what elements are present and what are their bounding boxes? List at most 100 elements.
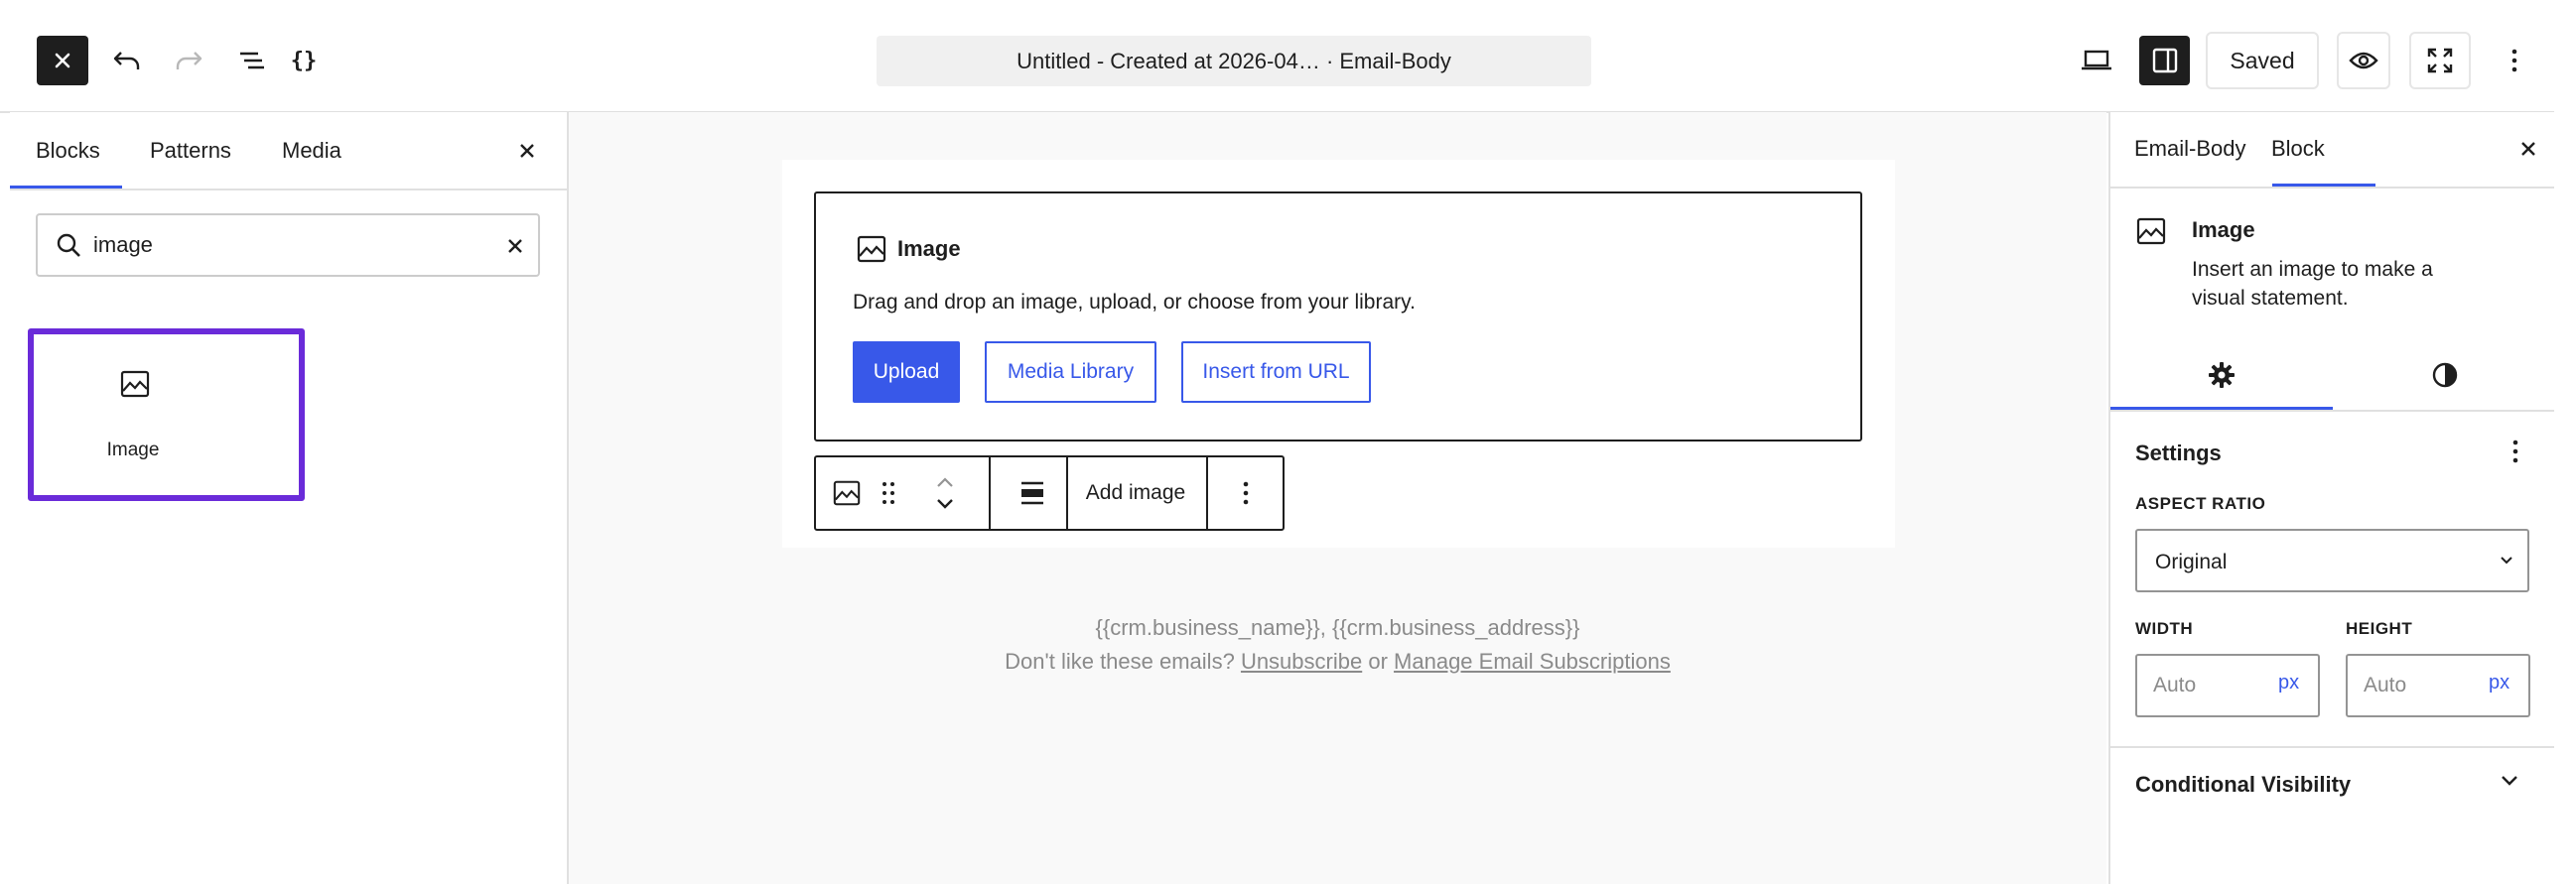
redo-icon [174, 49, 203, 72]
footer-prefix: Don't like these emails? [1005, 649, 1235, 674]
image-block-placeholder[interactable]: Image Drag and drop an image, upload, or… [814, 191, 1862, 442]
options-menu-button[interactable] [2495, 36, 2534, 85]
tab-patterns[interactable]: Patterns [150, 112, 231, 189]
email-body-container: Image Drag and drop an image, upload, or… [782, 160, 1895, 548]
eye-icon [2349, 50, 2378, 71]
laptop-icon [2081, 49, 2112, 72]
insert-from-url-button[interactable]: Insert from URL [1181, 341, 1371, 403]
drag-handle[interactable] [876, 457, 901, 529]
footer-business-line: {{crm.business_name}}, {{crm.business_ad… [1095, 615, 1580, 640]
editor-header: {} Untitled - Created at 2026-04… · Emai… [0, 0, 2554, 113]
unsubscribe-link[interactable]: Unsubscribe [1241, 649, 1362, 674]
preview-button[interactable] [2337, 32, 2390, 89]
more-vertical-icon [2510, 48, 2518, 73]
settings-panel-title: Settings [2135, 441, 2222, 465]
close-icon [506, 237, 524, 255]
chevron-down-icon[interactable] [935, 497, 955, 511]
align-button[interactable] [1005, 457, 1060, 529]
manage-subscriptions-link[interactable]: Manage Email Subscriptions [1394, 649, 1671, 674]
height-field: px [2346, 654, 2530, 717]
settings-sidebar: Email-Body Block Image Insert an image t… [2108, 112, 2556, 884]
redo-button[interactable] [167, 38, 210, 83]
width-label: WIDTH [2135, 619, 2194, 638]
list-view-icon [238, 49, 266, 72]
width-field: px [2135, 654, 2320, 717]
code-editor-button[interactable]: {} [282, 38, 326, 83]
block-result-image[interactable]: Image [28, 328, 305, 501]
block-mover[interactable] [931, 457, 959, 529]
conditional-visibility-panel-toggle[interactable]: Conditional Visibility [2110, 748, 2556, 818]
fullscreen-button[interactable] [2409, 32, 2471, 89]
block-type-switcher[interactable] [826, 457, 868, 529]
chevron-down-icon [2499, 555, 2514, 567]
width-unit-select[interactable]: px [2278, 672, 2299, 695]
more-vertical-icon [1242, 480, 1250, 506]
image-icon [832, 478, 862, 508]
settings-options-button[interactable] [2501, 434, 2530, 469]
document-title-bar[interactable]: Untitled - Created at 2026-04… · Email-B… [877, 36, 1591, 86]
toolbar-divider [989, 457, 991, 529]
upload-button[interactable]: Upload [853, 341, 960, 403]
device-preview-button[interactable] [2075, 37, 2118, 84]
divider [2110, 410, 2556, 412]
close-icon [2518, 139, 2538, 159]
block-search-input[interactable] [93, 223, 471, 267]
code-braces-icon: {} [290, 48, 318, 73]
divider [2110, 187, 2556, 189]
add-image-button[interactable]: Add image [1068, 457, 1203, 529]
document-title: Untitled - Created at 2026-04… · Email-B… [1017, 48, 1451, 73]
fullscreen-icon [2426, 47, 2454, 74]
media-library-button[interactable]: Media Library [985, 341, 1156, 403]
aspect-ratio-select[interactable]: Original [2135, 529, 2529, 592]
window-edge [2554, 0, 2576, 884]
height-label: HEIGHT [2346, 619, 2413, 638]
close-inserter-button[interactable] [512, 136, 542, 166]
placeholder-title: Image [897, 236, 961, 261]
width-input[interactable] [2153, 666, 2262, 705]
height-unit-select[interactable]: px [2489, 672, 2509, 695]
align-center-icon [1019, 480, 1045, 506]
height-input[interactable] [2364, 666, 2473, 705]
drag-handle-icon [881, 481, 895, 505]
chevron-down-icon [2500, 774, 2519, 788]
undo-button[interactable] [105, 38, 149, 83]
image-icon [2135, 215, 2167, 247]
conditional-visibility-title: Conditional Visibility [2135, 772, 2352, 797]
tab-block[interactable]: Block [2271, 112, 2325, 186]
tab-styles[interactable] [2333, 340, 2556, 410]
chevron-up-icon[interactable] [935, 475, 955, 489]
close-editor-button[interactable] [37, 36, 88, 85]
tab-media[interactable]: Media [282, 112, 341, 189]
placeholder-instructions: Drag and drop an image, upload, or choos… [853, 291, 1416, 314]
close-icon [517, 141, 537, 161]
gear-icon [2208, 361, 2236, 389]
sidebar-icon [2152, 48, 2178, 73]
saved-button[interactable]: Saved [2206, 32, 2319, 89]
email-footer: {{crm.business_name}}, {{crm.business_ad… [569, 611, 2106, 679]
block-search-box [36, 213, 540, 277]
image-icon [856, 233, 887, 265]
divider [10, 189, 567, 190]
close-icon [53, 51, 72, 70]
search-icon [56, 232, 81, 258]
editor-canvas: Image Drag and drop an image, upload, or… [569, 112, 2106, 884]
tab-email-body[interactable]: Email-Body [2134, 112, 2245, 186]
block-result-label: Image [106, 440, 160, 460]
close-sidebar-button[interactable] [2513, 134, 2543, 164]
footer-unsubscribe-line: Don't like these emails? Unsubscribe or … [569, 645, 2106, 679]
footer-or: or [1368, 649, 1388, 674]
block-card-description: Insert an image to make a visual stateme… [2192, 258, 2433, 310]
document-overview-button[interactable] [230, 38, 274, 83]
block-options-button[interactable] [1207, 457, 1285, 529]
clear-search-button[interactable] [500, 231, 530, 261]
contrast-icon [2431, 361, 2459, 389]
tab-blocks[interactable]: Blocks [36, 112, 100, 189]
aspect-ratio-value: Original [2155, 551, 2228, 573]
undo-icon [112, 49, 142, 72]
tab-settings[interactable] [2110, 340, 2333, 410]
settings-sidebar-toggle[interactable] [2139, 36, 2190, 85]
aspect-ratio-label: ASPECT RATIO [2135, 494, 2266, 513]
block-toolbar: Add image [814, 455, 1285, 531]
block-card-title: Image [2192, 217, 2255, 242]
image-icon [119, 368, 151, 400]
